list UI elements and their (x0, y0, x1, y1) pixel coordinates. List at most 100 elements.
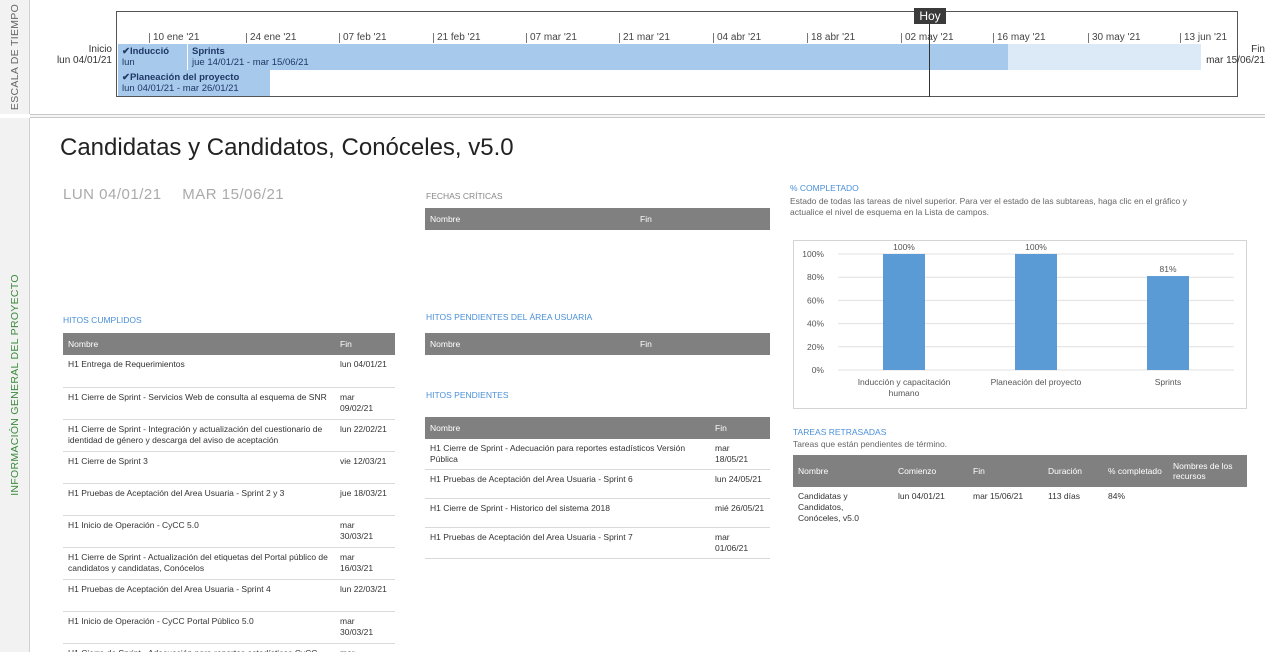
table-row: H1 Cierre de Sprint - Integración y actu… (63, 419, 395, 452)
row-name: H1 Pruebas de Aceptación del Area Usuari… (425, 469, 710, 499)
row-name: H1 Cierre de Sprint - Adecuación para re… (63, 643, 335, 652)
hitos-cumplidos-heading: HITOS CUMPLIDOS (63, 315, 142, 325)
row-end: lun 22/02/21 (335, 419, 395, 452)
timeline-tick: 13 jun '21 (1180, 33, 1227, 43)
completado-chart-svg[interactable]: 0% 20% 40% 60% 80% 100% 100% Inducción y capaci… (794, 241, 1246, 408)
y-tick-label: 80% (807, 272, 824, 282)
planeacion-bar-dates: lun 04/01/21 - mar 26/01/21 (122, 83, 239, 94)
column-header: Nombres de los recursos (1168, 455, 1247, 487)
bar[interactable] (1147, 276, 1189, 370)
project-title: Candidatas y Candidatos, Conóceles, v5.0 (60, 134, 514, 161)
row-name: H1 Cierre de Sprint - Integración y actu… (63, 419, 335, 452)
row-end: mar 01/06/21 (710, 527, 770, 559)
row-end: lun 24/05/21 (710, 469, 770, 499)
project-info-side-label-text: INFORMACIÓN GENERAL DEL PROYECTO (8, 274, 21, 496)
timeline-side-label: ESCALA DE TIEMPO (0, 0, 30, 114)
timeline-start: Inicio lun 04/01/21 (38, 44, 112, 66)
project-end-date: MAR 15/06/21 (182, 186, 285, 203)
table-row: H1 Pruebas de Aceptación del Area Usuari… (425, 527, 770, 559)
category-label: Planeación del proyecto (991, 377, 1082, 387)
project-dates: LUN 04/01/21 MAR 15/06/21 (63, 186, 300, 203)
induccion-bar-dates: lun (122, 57, 135, 68)
table-row: H1 Cierre de Sprint 3 vie 12/03/21 (63, 451, 395, 484)
row-name: H1 Pruebas de Aceptación del Area Usuari… (63, 579, 335, 612)
category-label: Sprints (1155, 377, 1181, 387)
planeacion-bar[interactable]: ✔Planeación del proyecto lun 04/01/21 - … (118, 70, 270, 96)
row-name: H1 Cierre de Sprint - Historico del sist… (425, 498, 710, 528)
timeline-panel[interactable]: 10 ene '21 24 ene '21 07 feb '21 21 feb '21… (38, 0, 1265, 114)
bar[interactable] (1015, 254, 1057, 370)
row-name: H1 Inicio de Operación - CyCC Portal Púb… (63, 611, 335, 644)
timeline-tick: 21 feb '21 (433, 33, 481, 43)
fechas-criticas-heading: FECHAS CRÍTICAS (426, 191, 503, 201)
induccion-bar[interactable]: ✔Inducció lun (118, 44, 188, 70)
row-end: mar 09/02/21 (335, 387, 395, 420)
row-name: H1 Cierre de Sprint 3 (63, 451, 335, 484)
timeline-end-label: Fin (1251, 44, 1265, 55)
timeline-end: Fin mar 15/06/21 (1206, 44, 1265, 66)
fechas-criticas-table: Nombre Fin (425, 208, 770, 230)
cell-end: mar 15/06/21 (973, 491, 1024, 501)
col-fin: Fin (335, 333, 395, 355)
timeline-side-label-text: ESCALA DE TIEMPO (8, 3, 21, 111)
col-fin: Fin (710, 417, 770, 439)
sprints-remaining-bar[interactable] (1008, 44, 1201, 70)
column-header: Comienzo (893, 455, 968, 487)
retrasadas-description: Tareas que están pendientes de término. (793, 439, 948, 449)
timeline-tick: 02 may '21 (901, 33, 954, 43)
column-header: % completado (1103, 455, 1168, 487)
column-header: Duración (1043, 455, 1103, 487)
data-label: 81% (1159, 264, 1176, 274)
retrasadas-heading: TAREAS RETRASADAS (793, 427, 887, 437)
hitos-pendientes-table: Nombre Fin H1 Cierre de Sprint - Adecuac… (425, 417, 770, 559)
col-fin: Fin (635, 208, 770, 230)
row-end: jue 18/03/21 (335, 483, 395, 516)
timeline-start-label: Inicio (88, 44, 112, 55)
planeacion-bar-name: ✔Planeación del proyecto (122, 72, 240, 83)
table-row: H1 Cierre de Sprint - Actualización del … (63, 547, 395, 580)
sprints-bar[interactable]: Sprints jue 14/01/21 - mar 15/06/21 (188, 44, 1008, 70)
row-end: vie 12/03/21 (335, 451, 395, 484)
cell-duration: 113 días (1048, 491, 1080, 501)
timeline-tick: 10 ene '21 (149, 33, 199, 43)
hitos-area-table: Nombre Fin (425, 333, 770, 355)
retrasadas-table: Nombre Comienzo Fin Duración% completado Nom… (793, 455, 1247, 528)
row-end: mar (335, 643, 395, 652)
table-row: H1 Pruebas de Aceptación del Area Usuari… (63, 579, 395, 612)
col-nombre: Nombre (425, 417, 710, 439)
hitos-pendientes-heading: HITOS PENDIENTES (426, 390, 509, 400)
row-name: H1 Inicio de Operación - CyCC 5.0 (63, 515, 335, 548)
timeline-start-date: lun 04/01/21 (56, 55, 112, 66)
table-row: H1 Pruebas de Aceptación del Area Usuari… (425, 469, 770, 499)
row-end: mar 30/03/21 (335, 611, 395, 644)
bar[interactable] (883, 254, 925, 370)
cell-resources (1168, 487, 1247, 528)
induccion-bar-name: ✔Inducció (122, 46, 170, 57)
completado-chart[interactable]: 0% 20% 40% 60% 80% 100% 100% Inducción y capaci… (793, 240, 1247, 409)
sprints-bar-name: Sprints (192, 46, 225, 57)
project-info-side-label: INFORMACIÓN GENERAL DEL PROYECTO (0, 118, 30, 652)
col-nombre: Nombre (63, 333, 335, 355)
table-row: H1 Pruebas de Aceptación del Area Usuari… (63, 483, 395, 516)
timeline-tick: 18 abr '21 (807, 33, 855, 43)
hitos-cumplidos-table: Nombre Fin H1 Entrega de Requerimientos l… (63, 333, 395, 652)
table-row: H1 Inicio de Operación - CyCC 5.0 mar 30/… (63, 515, 395, 548)
col-nombre: Nombre (425, 208, 635, 230)
column-header: Fin (968, 455, 1043, 487)
row-name: H1 Cierre de Sprint - Adecuación para re… (425, 439, 710, 470)
category-label: Inducción y capacitación (858, 377, 951, 387)
section-divider[interactable] (30, 114, 1265, 118)
timeline-tick: 07 feb '21 (339, 33, 387, 43)
y-tick-label: 100% (802, 249, 824, 259)
row-name: H1 Pruebas de Aceptación del Area Usuari… (425, 527, 710, 559)
table-row: Candidatas y Candidatos, Conóceles, v5.0… (793, 487, 1247, 528)
table-row: H1 Cierre de Sprint - Adecuación para re… (63, 643, 395, 652)
y-tick-label: 40% (807, 319, 824, 329)
data-label: 100% (893, 242, 915, 252)
project-start-date: LUN 04/01/21 (63, 186, 162, 203)
y-tick-label: 20% (807, 342, 824, 352)
table-row: H1 Cierre de Sprint - Historico del sist… (425, 498, 770, 528)
row-end: lun 22/03/21 (335, 579, 395, 612)
cell-name: Candidatas y Candidatos, Conóceles, v5.0 (798, 491, 859, 523)
row-name: H1 Cierre de Sprint - Actualización del … (63, 547, 335, 580)
